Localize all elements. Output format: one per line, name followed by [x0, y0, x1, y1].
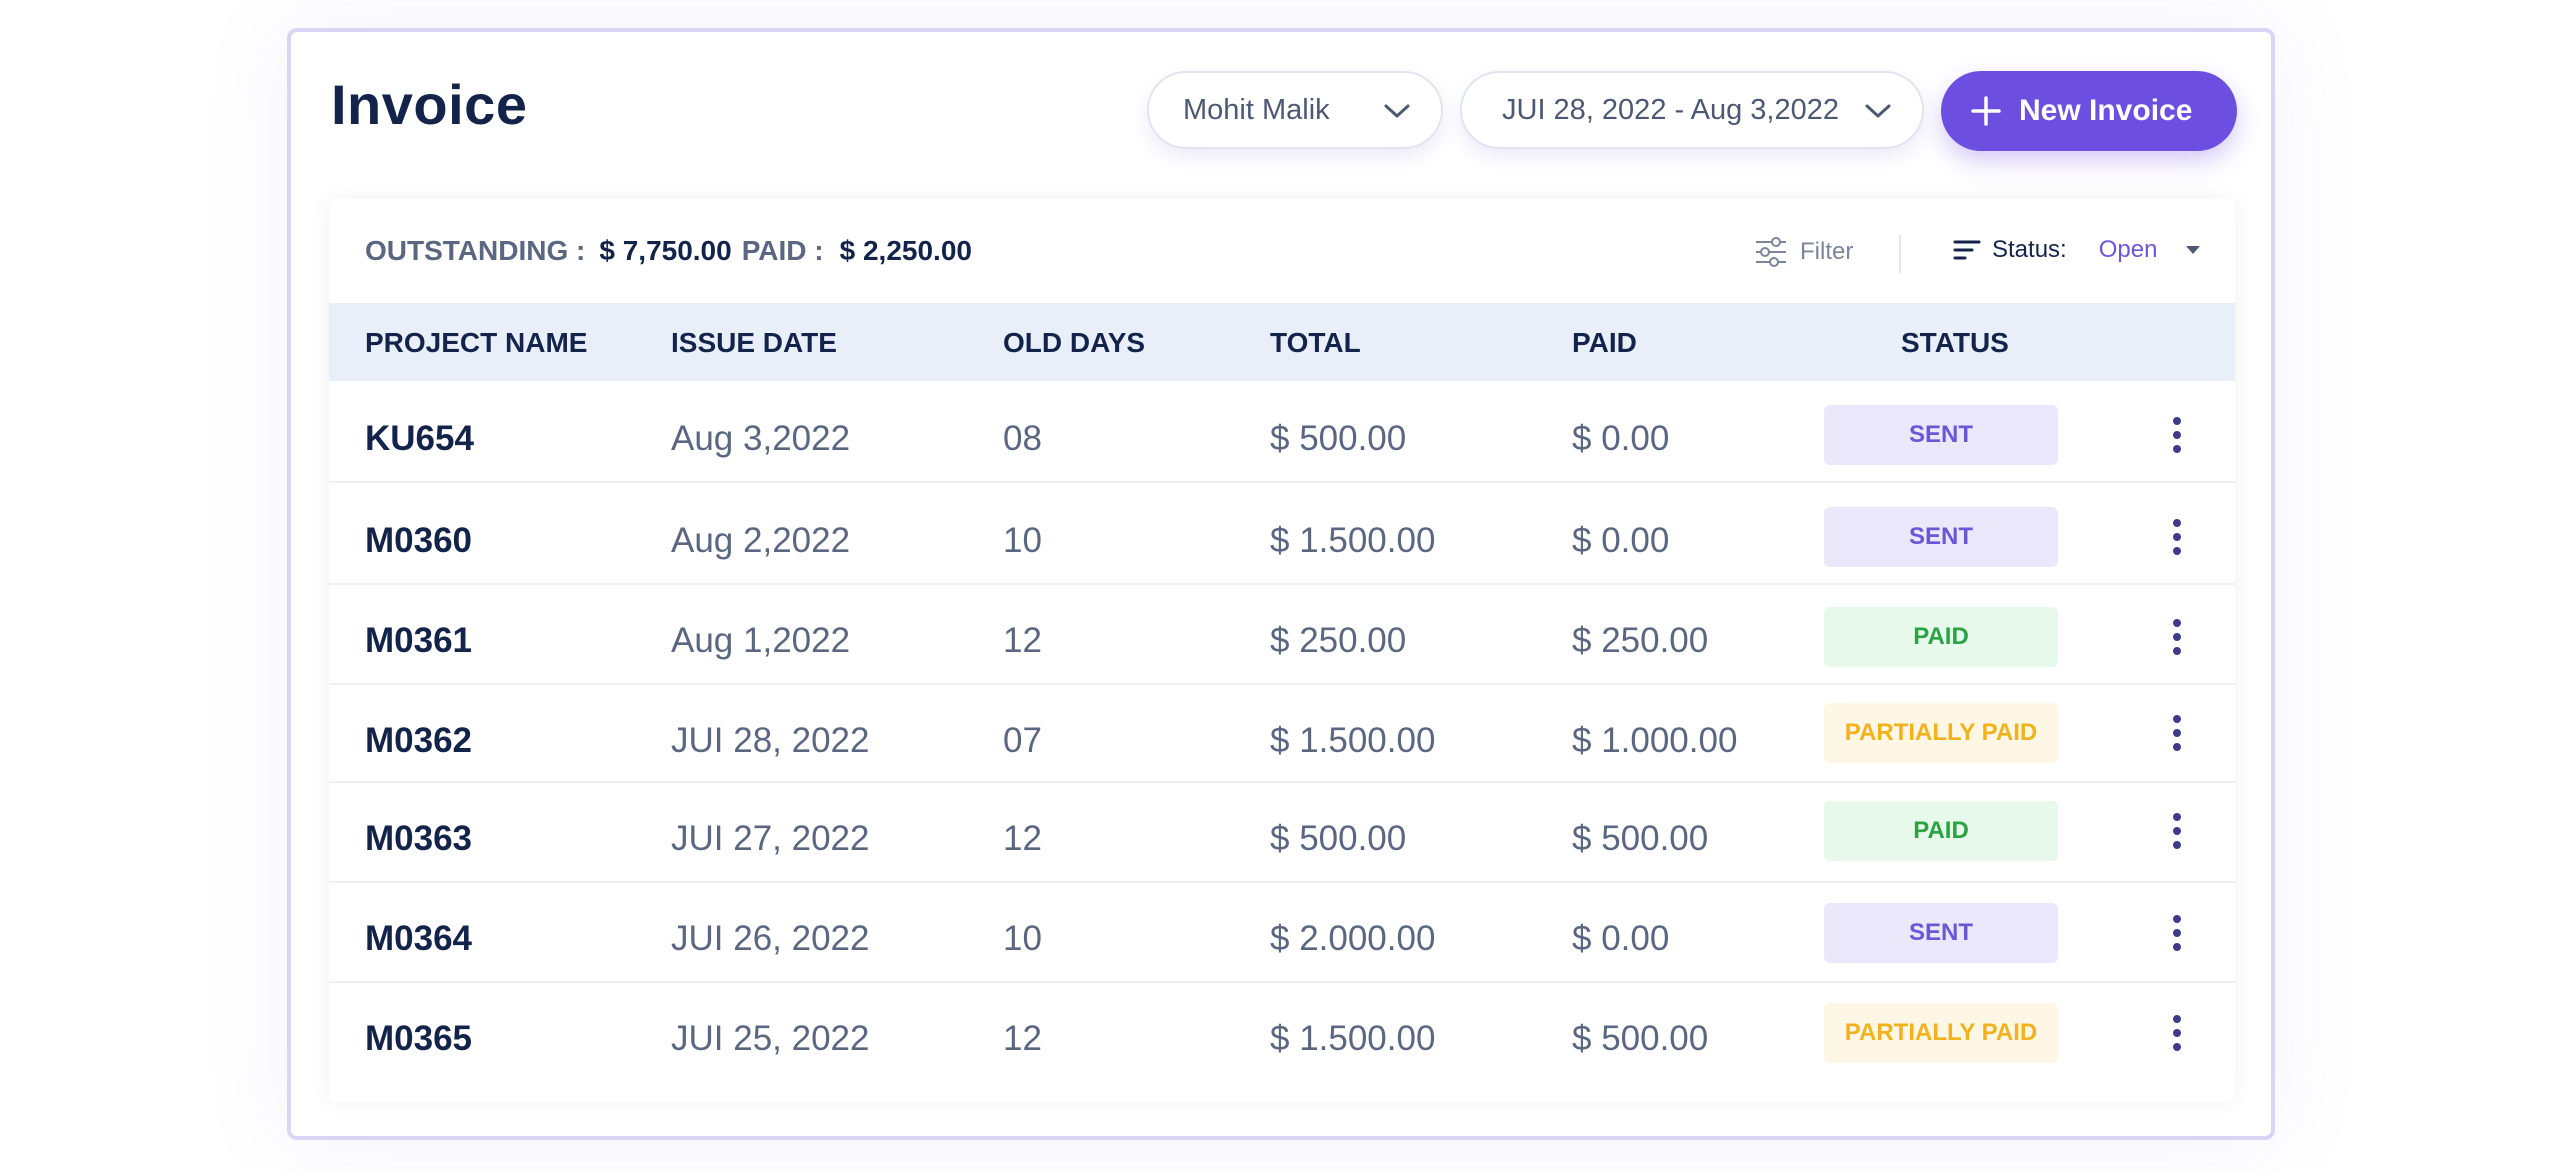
cell-total: $ 1.500.00: [1270, 721, 1436, 760]
date-range-select[interactable]: JUI 28, 2022 - Aug 3,2022: [1460, 71, 1924, 149]
col-total[interactable]: TOTAL: [1270, 327, 1361, 359]
status-badge: PAID: [1824, 607, 2058, 667]
page-title: Invoice: [331, 73, 528, 136]
col-project-name[interactable]: PROJECT NAME: [365, 327, 587, 359]
cell-total: $ 1.500.00: [1270, 521, 1436, 560]
col-issue-date[interactable]: ISSUE DATE: [671, 327, 837, 359]
kebab-menu-icon[interactable]: [2163, 413, 2191, 457]
cell-old-days: 12: [1003, 1019, 1042, 1058]
user-select-value: Mohit Malik: [1183, 93, 1330, 126]
status-badge: SENT: [1824, 507, 2058, 567]
table-row[interactable]: M0362 JUI 28, 2022 07 $ 1.500.00 $ 1.000.00 P…: [329, 683, 2235, 783]
cell-issue-date: Aug 1,2022: [671, 621, 851, 660]
summary-bar: OUTSTANDING : $ 7,750.00 PAID : $ 2,250.…: [365, 231, 972, 271]
cell-old-days: 10: [1003, 919, 1042, 958]
cell-old-days: 08: [1003, 419, 1042, 458]
table-row[interactable]: M0363 JUI 27, 2022 12 $ 500.00 $ 500.00 PAID: [329, 781, 2235, 883]
cell-project-name: KU654: [365, 419, 474, 458]
cell-paid: $ 250.00: [1572, 621, 1709, 660]
user-select[interactable]: Mohit Malik: [1147, 71, 1443, 149]
kebab-menu-icon[interactable]: [2163, 1011, 2191, 1055]
kebab-menu-icon[interactable]: [2163, 615, 2191, 659]
cell-old-days: 10: [1003, 521, 1042, 560]
sort-lines-icon: [1953, 240, 1981, 260]
cell-project-name: M0362: [365, 721, 473, 760]
sliders-icon: [1756, 237, 1786, 267]
cell-project-name: M0364: [365, 919, 473, 958]
cell-paid: $ 0.00: [1572, 919, 1670, 958]
cell-old-days: 12: [1003, 621, 1042, 660]
status-badge: SENT: [1824, 405, 2058, 465]
plus-icon: [1971, 96, 2001, 126]
cell-paid: $ 1.000.00: [1572, 721, 1738, 760]
chevron-down-icon: [1865, 104, 1891, 118]
cell-issue-date: JUI 27, 2022: [671, 819, 870, 858]
table-row[interactable]: M0365 JUI 25, 2022 12 $ 1.500.00 $ 500.00 PAR…: [329, 981, 2235, 1081]
cell-issue-date: Aug 3,2022: [671, 419, 851, 458]
chevron-down-icon: [1384, 104, 1410, 118]
cell-total: $ 500.00: [1270, 819, 1407, 858]
invoice-card: Invoice Mohit Malik JUI 28, 2022 - Aug 3…: [287, 28, 2275, 1140]
status-badge: PAID: [1824, 801, 2058, 861]
cell-issue-date: JUI 28, 2022: [671, 721, 870, 760]
toolbar-divider: [1899, 235, 1901, 273]
col-status[interactable]: STATUS: [1901, 327, 2009, 359]
filter-button[interactable]: Filter: [1754, 235, 1853, 269]
paid-value: $ 2,250.00: [839, 235, 972, 266]
table-row[interactable]: M0364 JUI 26, 2022 10 $ 2.000.00 $ 0.00 SENT: [329, 881, 2235, 983]
paid-label: PAID :: [741, 235, 824, 266]
cell-paid: $ 500.00: [1572, 1019, 1709, 1058]
cell-project-name: M0365: [365, 1019, 473, 1058]
status-filter-label: Status:: [1992, 236, 2067, 263]
cell-issue-date: JUI 26, 2022: [671, 919, 870, 958]
status-badge: SENT: [1824, 903, 2058, 963]
cell-project-name: M0360: [365, 521, 473, 560]
status-badge: PARTIALLY PAID: [1824, 703, 2058, 763]
table-row[interactable]: KU654 Aug 3,2022 08 $ 500.00 $ 0.00 SENT: [329, 381, 2235, 483]
caret-down-icon: [2186, 246, 2201, 254]
cell-total: $ 1.500.00: [1270, 1019, 1436, 1058]
new-invoice-label: New Invoice: [2019, 94, 2193, 127]
cell-paid: $ 0.00: [1572, 419, 1670, 458]
cell-paid: $ 0.00: [1572, 521, 1670, 560]
outstanding-value: $ 7,750.00: [599, 235, 732, 266]
invoice-table-panel: OUTSTANDING : $ 7,750.00 PAID : $ 2,250.…: [329, 199, 2235, 1102]
cell-issue-date: JUI 25, 2022: [671, 1019, 870, 1058]
cell-project-name: M0361: [365, 621, 473, 660]
cell-project-name: M0363: [365, 819, 473, 858]
cell-issue-date: Aug 2,2022: [671, 521, 851, 560]
table-header: PROJECT NAME ISSUE DATE OLD DAYS TOTAL P…: [329, 303, 2235, 381]
new-invoice-button[interactable]: New Invoice: [1941, 71, 2237, 151]
cell-paid: $ 500.00: [1572, 819, 1709, 858]
kebab-menu-icon[interactable]: [2163, 911, 2191, 955]
cell-old-days: 07: [1003, 721, 1042, 760]
cell-total: $ 250.00: [1270, 621, 1407, 660]
cell-total: $ 500.00: [1270, 419, 1407, 458]
status-filter-dropdown[interactable]: Status: Open: [1952, 235, 2203, 265]
cell-old-days: 12: [1003, 819, 1042, 858]
kebab-menu-icon[interactable]: [2163, 809, 2191, 853]
date-range-value: JUI 28, 2022 - Aug 3,2022: [1502, 93, 1839, 126]
cell-total: $ 2.000.00: [1270, 919, 1436, 958]
col-paid[interactable]: PAID: [1572, 327, 1637, 359]
kebab-menu-icon[interactable]: [2163, 515, 2191, 559]
status-filter-value: Open: [2098, 236, 2158, 263]
col-old-days[interactable]: OLD DAYS: [1003, 327, 1145, 359]
outstanding-label: OUTSTANDING :: [365, 235, 586, 266]
table-row[interactable]: M0360 Aug 2,2022 10 $ 1.500.00 $ 0.00 SENT: [329, 483, 2235, 585]
table-row[interactable]: M0361 Aug 1,2022 12 $ 250.00 $ 250.00 PAID: [329, 583, 2235, 685]
status-badge: PARTIALLY PAID: [1824, 1003, 2058, 1063]
kebab-menu-icon[interactable]: [2163, 711, 2191, 755]
filter-label: Filter: [1800, 238, 1854, 265]
